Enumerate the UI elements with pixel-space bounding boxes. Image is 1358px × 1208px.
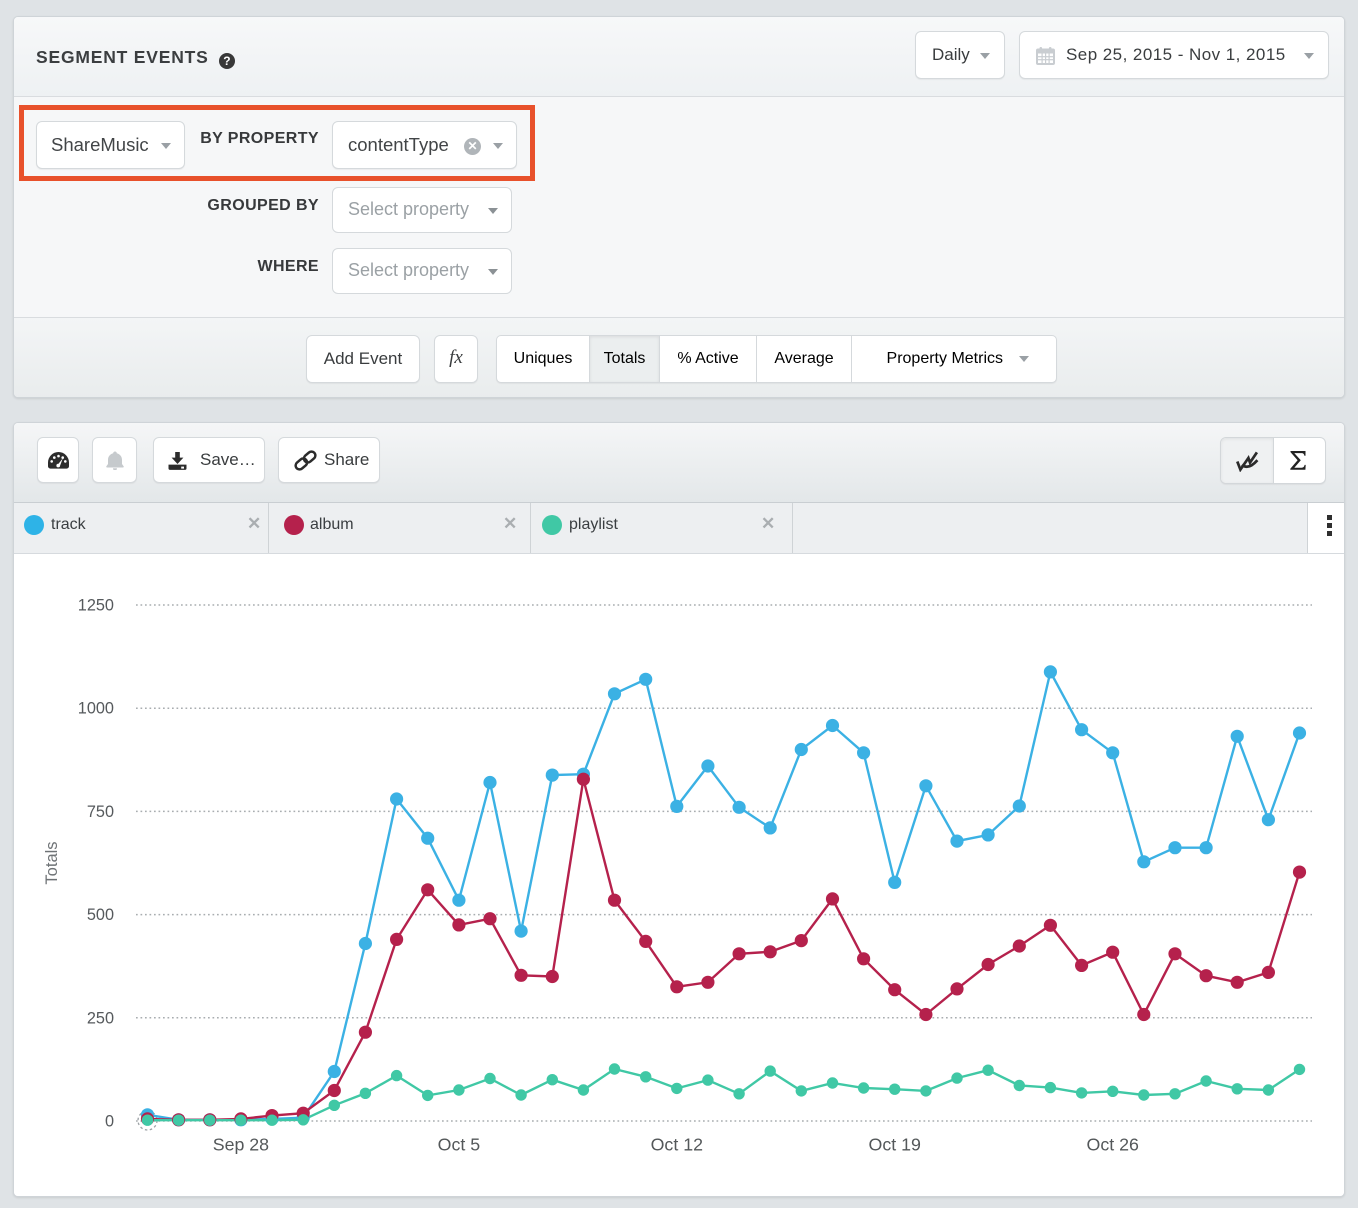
- svg-text:Oct 12: Oct 12: [651, 1134, 703, 1154]
- svg-text:Oct 5: Oct 5: [438, 1134, 481, 1154]
- svg-text:Oct 19: Oct 19: [869, 1134, 921, 1154]
- svg-text:Oct 26: Oct 26: [1087, 1134, 1139, 1154]
- svg-text:1000: 1000: [78, 700, 114, 718]
- svg-text:1250: 1250: [78, 597, 114, 615]
- svg-text:500: 500: [87, 906, 114, 924]
- svg-text:Sep 28: Sep 28: [213, 1134, 269, 1154]
- svg-text:750: 750: [87, 803, 114, 821]
- svg-text:Totals: Totals: [43, 841, 61, 884]
- svg-text:250: 250: [87, 1009, 114, 1027]
- svg-text:0: 0: [105, 1113, 114, 1131]
